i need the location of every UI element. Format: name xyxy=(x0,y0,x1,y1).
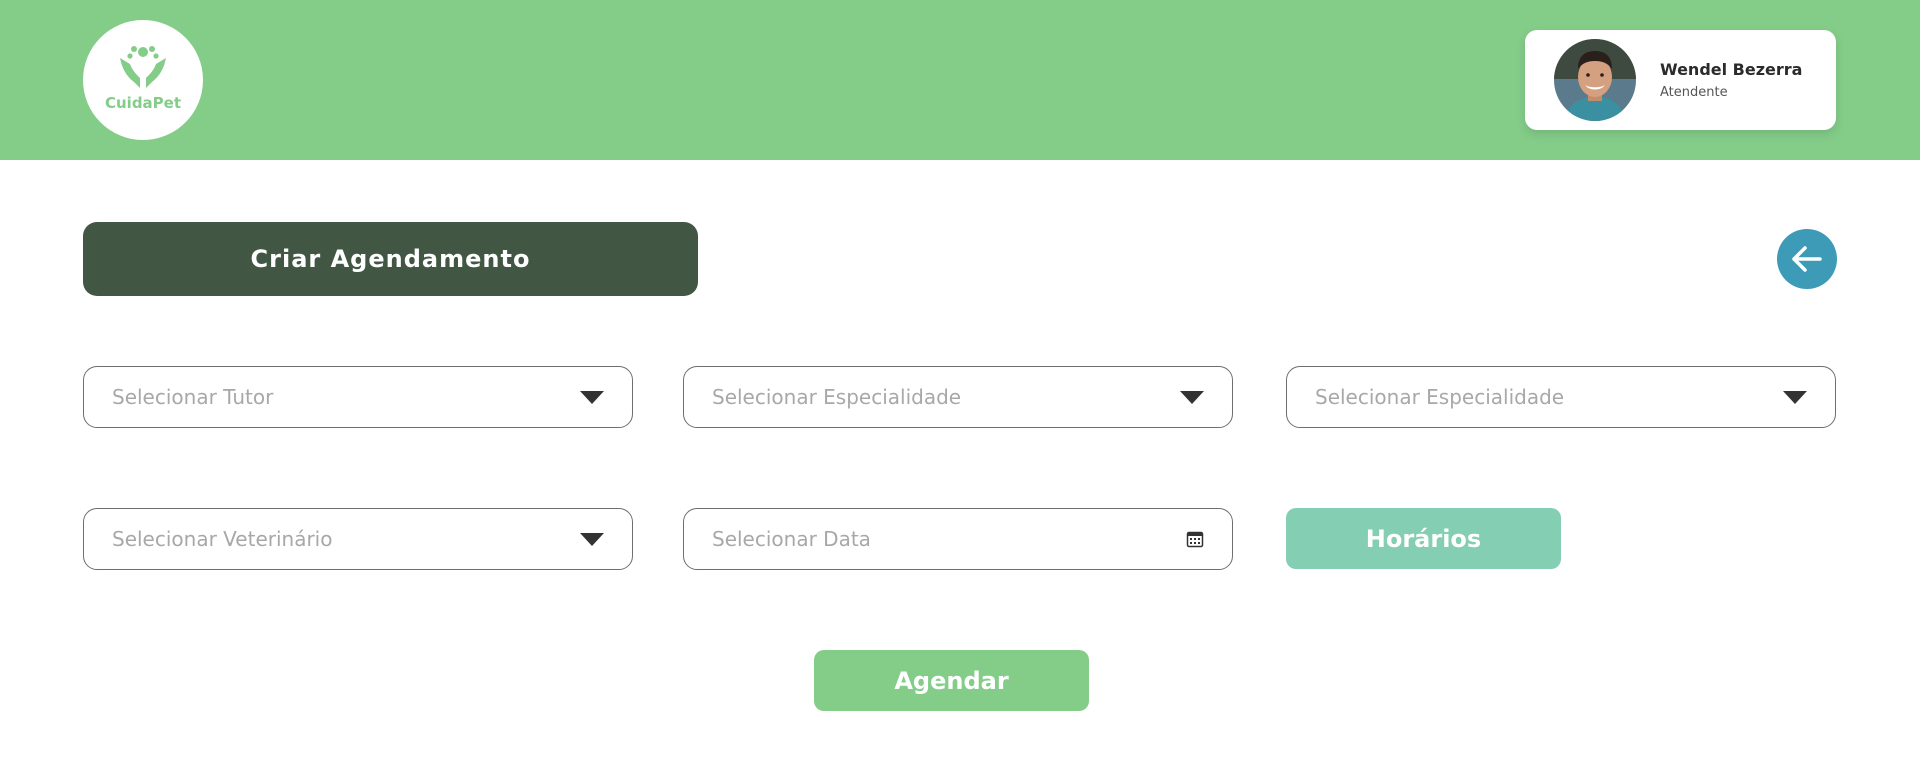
brand-name: CuidaPet xyxy=(104,94,182,112)
brand-logo[interactable]: CuidaPet xyxy=(83,20,203,140)
page-title: Criar Agendamento xyxy=(83,222,698,296)
triangle-down-icon xyxy=(580,532,604,546)
select-especialidade-secondary-placeholder: Selecionar Especialidade xyxy=(1315,385,1565,409)
avatar xyxy=(1554,39,1636,121)
select-especialidade-secondary[interactable]: Selecionar Especialidade xyxy=(1286,366,1836,428)
horarios-button[interactable]: Horários xyxy=(1286,508,1561,569)
select-tutor[interactable]: Selecionar Tutor xyxy=(83,366,633,428)
select-especialidade-placeholder: Selecionar Especialidade xyxy=(712,385,962,409)
user-card[interactable]: Wendel Bezerra Atendente xyxy=(1525,30,1836,130)
select-especialidade[interactable]: Selecionar Especialidade xyxy=(683,366,1233,428)
user-role: Atendente xyxy=(1660,85,1728,100)
select-veterinario-placeholder: Selecionar Veterinário xyxy=(112,527,333,551)
calendar-icon[interactable] xyxy=(1186,530,1204,548)
date-input[interactable]: Selecionar Data xyxy=(683,508,1233,570)
triangle-down-icon xyxy=(1783,390,1807,404)
triangle-down-icon xyxy=(1180,390,1204,404)
date-input-placeholder: Selecionar Data xyxy=(712,527,871,551)
agendar-button[interactable]: Agendar xyxy=(814,650,1089,711)
select-veterinario[interactable]: Selecionar Veterinário xyxy=(83,508,633,570)
paw-hands-icon xyxy=(120,46,166,88)
user-name: Wendel Bezerra xyxy=(1660,60,1803,79)
app-header: CuidaPet Wendel Bezerra Atendente xyxy=(0,0,1920,160)
back-button[interactable] xyxy=(1777,229,1837,289)
triangle-down-icon xyxy=(580,390,604,404)
select-tutor-placeholder: Selecionar Tutor xyxy=(112,385,274,409)
arrow-left-icon xyxy=(1792,246,1822,272)
